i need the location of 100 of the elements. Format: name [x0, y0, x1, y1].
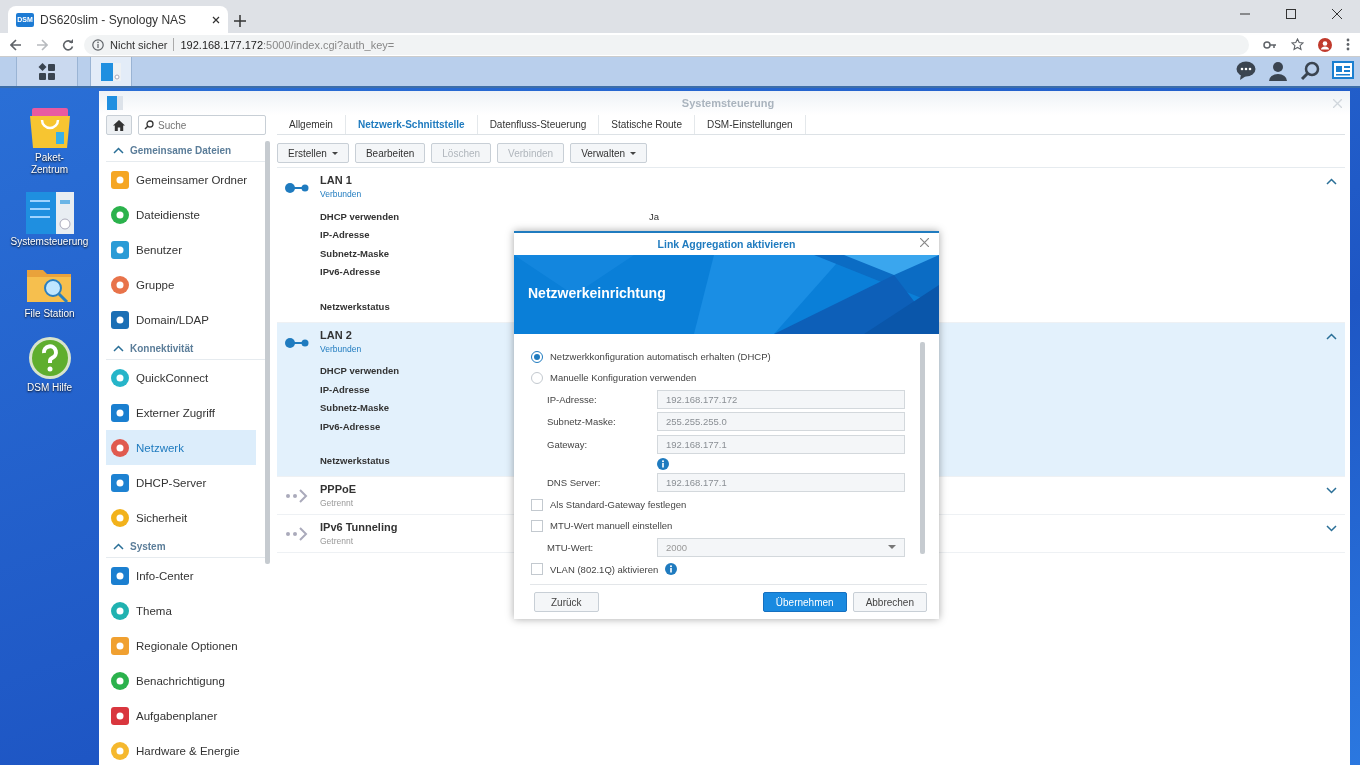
sidebar-item[interactable]: Netzwerk [106, 430, 256, 465]
desktop-shortcut[interactable]: Systemsteuerung [3, 192, 96, 248]
info-icon[interactable] [665, 563, 678, 575]
profile-icon[interactable] [1318, 37, 1332, 52]
banner-title: Netzwerkeinrichtung [528, 285, 666, 301]
taskbar-app-button[interactable] [90, 57, 132, 86]
property-label: Subnetz-Maske [320, 247, 390, 259]
chevron-icon[interactable] [1326, 525, 1337, 532]
close-icon [1332, 9, 1342, 19]
dialog-button[interactable]: Abbrechen [852, 592, 927, 612]
chat-icon[interactable] [1236, 61, 1256, 81]
new-tab-button[interactable] [234, 15, 246, 27]
sidebar-item[interactable]: Gruppe [106, 267, 256, 302]
tab[interactable]: Statische Route [599, 115, 695, 134]
sidebar-item[interactable]: Domain/LDAP [106, 302, 256, 337]
key-icon[interactable] [1263, 39, 1277, 50]
window-title: Systemsteuerung [680, 97, 776, 109]
back-button[interactable] [10, 38, 22, 51]
sidebar-item[interactable]: Gemeinsamer Ordner [106, 162, 256, 197]
star-icon[interactable] [1291, 38, 1304, 51]
radio-button[interactable] [531, 350, 543, 363]
tab[interactable]: Datenfluss-Steuerung [477, 115, 600, 134]
security-label: Nicht sicher [110, 38, 168, 51]
checkbox[interactable] [531, 519, 543, 532]
search-input[interactable]: Suche [158, 119, 238, 131]
tile-icon [111, 473, 129, 492]
address-bar[interactable]: Nicht sicher 192.168.177.172:5000/index.cgi?auth_key= [84, 34, 1249, 55]
interface-status: Verbunden [320, 343, 362, 354]
field-label: Subnetz-Maske: [547, 416, 617, 428]
chevron-icon[interactable] [113, 542, 124, 550]
sidebar-item[interactable]: Info-Center [106, 558, 256, 593]
help-icon [27, 336, 72, 380]
interface-name: LAN 1 [320, 174, 352, 186]
section-title: Gemeinsame Dateien [130, 144, 232, 156]
sidebar-item[interactable]: Aufgabenplaner [106, 698, 256, 733]
checkbox-label: VLAN (802.1Q) aktivieren [550, 563, 659, 575]
checkbox-label: Als Standard-Gateway festlegen [550, 499, 687, 510]
chevron-icon[interactable] [1326, 178, 1337, 185]
widgets-icon[interactable] [1332, 61, 1354, 81]
grid-icon [38, 62, 56, 81]
property-label: DHCP verwenden [320, 210, 399, 222]
desktop-shortcut[interactable]: File Station [3, 264, 96, 320]
menu-icon[interactable] [1346, 38, 1350, 51]
user-icon[interactable] [1268, 61, 1288, 81]
desktop-shortcut[interactable]: Paket-Zentrum [3, 104, 96, 176]
sidebar-item[interactable]: Benachrichtigung [106, 663, 256, 698]
search-field[interactable]: Suche [138, 115, 266, 135]
property-label: DHCP verwenden [320, 365, 399, 377]
section-title: Konnektivität [130, 342, 194, 354]
sidebar-item[interactable]: Dateidienste [106, 197, 256, 232]
caret-icon [331, 151, 338, 155]
search-icon [144, 120, 154, 130]
url-path: :5000/index.cgi?auth_key= [263, 38, 395, 51]
tab[interactable]: Allgemein [277, 115, 346, 134]
desktop-shortcut[interactable]: DSM Hilfe [3, 336, 96, 394]
chevron-icon[interactable] [113, 344, 124, 352]
dialog-button[interactable]: Übernehmen [762, 592, 847, 612]
reload-button[interactable] [62, 38, 74, 51]
toolbar-button[interactable]: Erstellen [277, 143, 349, 163]
main-menu-button[interactable] [16, 57, 78, 86]
sidebar-item[interactable]: Regionale Optionen [106, 628, 256, 663]
sidebar-item[interactable]: Hardware & Energie [106, 733, 256, 765]
chevron-icon[interactable] [1326, 332, 1337, 340]
dialog-button[interactable]: Zurück [534, 592, 599, 612]
scrollbar[interactable] [265, 141, 270, 564]
scrollbar[interactable] [920, 342, 925, 554]
tile-icon [111, 636, 129, 655]
sidebar-item[interactable]: QuickConnect [106, 360, 256, 395]
tab[interactable]: DSM-Einstellungen [694, 115, 806, 134]
interface-name: LAN 2 [320, 328, 352, 341]
field-label: MTU-Wert: [547, 541, 595, 553]
interface-name: PPPoE [320, 483, 357, 495]
search-icon[interactable] [1300, 61, 1320, 81]
tile-icon [111, 170, 129, 189]
sidebar-item[interactable]: Benutzer [106, 232, 256, 267]
sidebar-item[interactable]: Thema [106, 593, 256, 628]
home-icon [113, 119, 125, 131]
info-icon[interactable] [92, 38, 104, 51]
close-icon[interactable] [212, 15, 220, 24]
tab[interactable]: Netzwerk-Schnittstelle [345, 115, 478, 134]
checkbox[interactable] [531, 563, 543, 575]
sidebar-item[interactable]: Externer Zugriff [106, 395, 256, 430]
chevron-icon[interactable] [113, 146, 124, 154]
toolbar-button[interactable]: Bearbeiten [354, 143, 426, 163]
checkbox[interactable] [531, 498, 543, 511]
control-panel-icon [25, 192, 74, 234]
chevron-icon[interactable] [1326, 487, 1337, 494]
property-label: IPv6-Adresse [320, 420, 381, 432]
field-label: DNS Server: [547, 477, 602, 489]
home-button[interactable] [106, 115, 132, 135]
close-button[interactable] [920, 238, 929, 247]
sidebar-item[interactable]: Sicherheit [106, 500, 256, 535]
toolbar-button[interactable]: Verwalten [570, 143, 648, 163]
radio-button[interactable] [531, 371, 543, 384]
field-label: IP-Adresse: [547, 393, 598, 405]
property-label: IPv6-Adresse [320, 266, 381, 278]
disconnected-icon [285, 526, 309, 542]
tile-icon [111, 508, 129, 527]
interface-status: Getrennt [320, 498, 354, 508]
sidebar-item[interactable]: DHCP-Server [106, 465, 256, 500]
